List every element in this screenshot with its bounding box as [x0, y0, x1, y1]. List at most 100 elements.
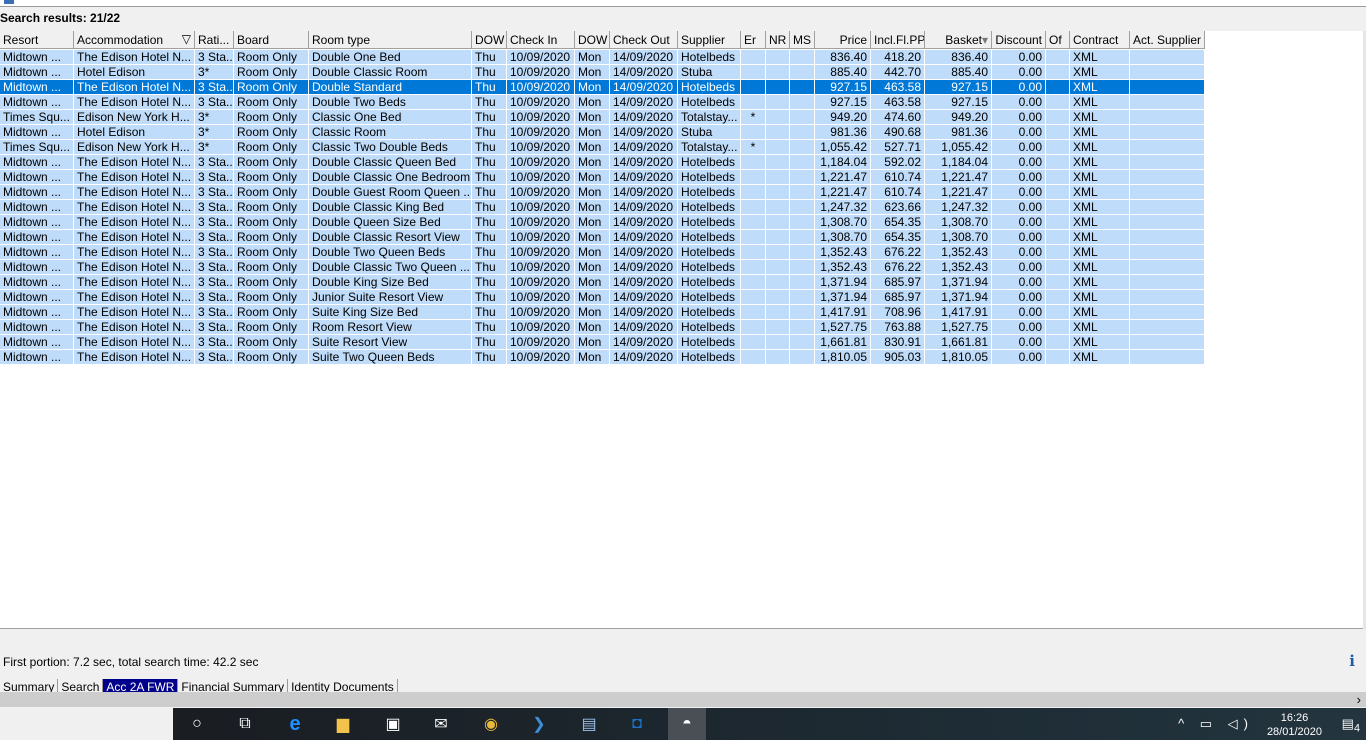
- table-cell: [766, 95, 790, 110]
- table-row[interactable]: Midtown ... The Edison Hotel N... 3 Sta...…: [0, 335, 1205, 350]
- table-row[interactable]: Times Squ... Edison New York H... 3* Room O…: [0, 110, 1205, 125]
- table-cell: [1046, 305, 1070, 320]
- table-cell: Double One Bed: [309, 50, 472, 65]
- table-cell: 1,810.05: [815, 350, 871, 365]
- table-cell: [1046, 215, 1070, 230]
- column-header[interactable]: Incl.Fl.PP: [871, 31, 925, 49]
- tab[interactable]: Acc 2A FWR: [103, 679, 179, 693]
- column-header[interactable]: Check In: [507, 31, 575, 49]
- column-header[interactable]: DOW: [575, 31, 610, 49]
- table-row[interactable]: Midtown ... The Edison Hotel N... 3 Sta...…: [0, 200, 1205, 215]
- tab[interactable]: Financial Summary: [178, 679, 289, 693]
- tab[interactable]: Identity Documents: [288, 679, 398, 693]
- table-row[interactable]: Midtown ... The Edison Hotel N... 3 Sta...…: [0, 95, 1205, 110]
- table-cell: [1130, 335, 1205, 350]
- table-cell: 676.22: [871, 260, 925, 275]
- table-cell: 10/09/2020: [507, 275, 575, 290]
- table-cell: [1130, 65, 1205, 80]
- scroll-right-icon[interactable]: ›: [1357, 692, 1361, 707]
- table-row[interactable]: Midtown ... The Edison Hotel N... 3 Sta...…: [0, 170, 1205, 185]
- system-tray-icons[interactable]: ^ ▭ ◁): [1178, 716, 1254, 732]
- table-cell: [741, 50, 766, 65]
- notifications-icon[interactable]: ▤4: [1342, 716, 1360, 735]
- table-cell: Double King Size Bed: [309, 275, 472, 290]
- table-row[interactable]: Midtown ... The Edison Hotel N... 3 Sta...…: [0, 290, 1205, 305]
- tab[interactable]: Summary: [0, 679, 59, 693]
- column-header[interactable]: Resort: [0, 31, 74, 49]
- table-row[interactable]: Midtown ... The Edison Hotel N... 3 Sta...…: [0, 305, 1205, 320]
- table-row[interactable]: Midtown ... Hotel Edison 3* Room Only Double…: [0, 65, 1205, 80]
- remote-desktop-icon[interactable]: ▤: [577, 712, 601, 736]
- table-row[interactable]: Midtown ... Hotel Edison 3* Room Only Classi…: [0, 125, 1205, 140]
- task-view-icon[interactable]: ⧉: [233, 712, 257, 736]
- column-header[interactable]: Discount: [992, 31, 1046, 49]
- table-cell: Midtown ...: [0, 320, 74, 335]
- app-arrow-icon[interactable]: ❯: [527, 712, 551, 736]
- filter-icon[interactable]: ▽: [182, 32, 191, 46]
- notification-count: 4: [1353, 722, 1360, 735]
- active-app-icon[interactable]: ◓: [668, 708, 706, 740]
- table-cell: Thu: [472, 170, 507, 185]
- column-header[interactable]: NR: [766, 31, 790, 49]
- horizontal-scrollbar[interactable]: ›: [0, 692, 1366, 707]
- store-icon[interactable]: ▣: [381, 712, 405, 736]
- info-icon[interactable]: i: [1349, 652, 1355, 670]
- column-header[interactable]: DOW: [472, 31, 507, 49]
- table-row[interactable]: Times Squ... Edison New York H... 3* Room O…: [0, 140, 1205, 155]
- column-header[interactable]: Act. Supplier: [1130, 31, 1205, 49]
- column-header[interactable]: Rati...: [195, 31, 234, 49]
- table-cell: 14/09/2020: [610, 350, 678, 365]
- table-row[interactable]: Midtown ... The Edison Hotel N... 3 Sta...…: [0, 215, 1205, 230]
- column-header[interactable]: Board: [234, 31, 309, 49]
- table-cell: Thu: [472, 110, 507, 125]
- table-row[interactable]: Midtown ... The Edison Hotel N... 3 Sta...…: [0, 260, 1205, 275]
- table-cell: 14/09/2020: [610, 200, 678, 215]
- table-cell: Mon: [575, 80, 610, 95]
- table-row[interactable]: Midtown ... The Edison Hotel N... 3 Sta...…: [0, 320, 1205, 335]
- table-cell: [766, 80, 790, 95]
- file-explorer-icon[interactable]: ▆: [331, 712, 355, 736]
- table-row[interactable]: Midtown ... The Edison Hotel N... 3 Sta...…: [0, 50, 1205, 65]
- column-header[interactable]: Check Out: [610, 31, 678, 49]
- table-cell: Room Only: [234, 275, 309, 290]
- table-row[interactable]: Midtown ... The Edison Hotel N... 3 Sta...…: [0, 80, 1205, 95]
- column-header[interactable]: Room type: [309, 31, 472, 49]
- table-cell: [1130, 155, 1205, 170]
- table-row[interactable]: Midtown ... The Edison Hotel N... 3 Sta...…: [0, 350, 1205, 365]
- edge-icon[interactable]: e: [283, 712, 307, 736]
- mail-icon[interactable]: ✉: [429, 712, 453, 736]
- column-header[interactable]: Basket▾: [925, 31, 992, 49]
- table-cell: Room Only: [234, 95, 309, 110]
- column-header[interactable]: Contract: [1070, 31, 1130, 49]
- table-cell: 927.15: [925, 80, 992, 95]
- table-cell: [766, 155, 790, 170]
- table-row[interactable]: Midtown ... The Edison Hotel N... 3 Sta...…: [0, 185, 1205, 200]
- clock[interactable]: 16:26 28/01/2020: [1267, 711, 1322, 739]
- table-cell: Suite Two Queen Beds: [309, 350, 472, 365]
- table-cell: 885.40: [925, 65, 992, 80]
- table-row[interactable]: Midtown ... The Edison Hotel N... 3 Sta...…: [0, 155, 1205, 170]
- table-cell: 763.88: [871, 320, 925, 335]
- cortana-icon[interactable]: ○: [185, 712, 209, 736]
- column-header[interactable]: MS: [790, 31, 815, 49]
- table-cell: [1130, 185, 1205, 200]
- column-header[interactable]: Supplier: [678, 31, 741, 49]
- column-header[interactable]: Price: [815, 31, 871, 49]
- table-cell: XML: [1070, 110, 1130, 125]
- table-cell: [790, 185, 815, 200]
- column-header[interactable]: Er: [741, 31, 766, 49]
- chrome-icon[interactable]: ◉: [479, 712, 503, 736]
- table-row[interactable]: Midtown ... The Edison Hotel N... 3 Sta...…: [0, 245, 1205, 260]
- table-row[interactable]: Midtown ... The Edison Hotel N... 3 Sta...…: [0, 275, 1205, 290]
- table-cell: [1046, 275, 1070, 290]
- column-header[interactable]: Of: [1046, 31, 1070, 49]
- column-header[interactable]: Accommodation ▽: [74, 31, 195, 49]
- table-row[interactable]: Midtown ... The Edison Hotel N... 3 Sta...…: [0, 230, 1205, 245]
- table-cell: Double Two Queen Beds: [309, 245, 472, 260]
- outlook-icon[interactable]: ◘: [625, 712, 649, 736]
- results-grid[interactable]: Resort Accommodation ▽ Rati... Board Room typ…: [0, 31, 1366, 629]
- table-cell: The Edison Hotel N...: [74, 260, 195, 275]
- table-cell: [741, 200, 766, 215]
- tab[interactable]: Search: [58, 679, 104, 693]
- table-cell: Thu: [472, 185, 507, 200]
